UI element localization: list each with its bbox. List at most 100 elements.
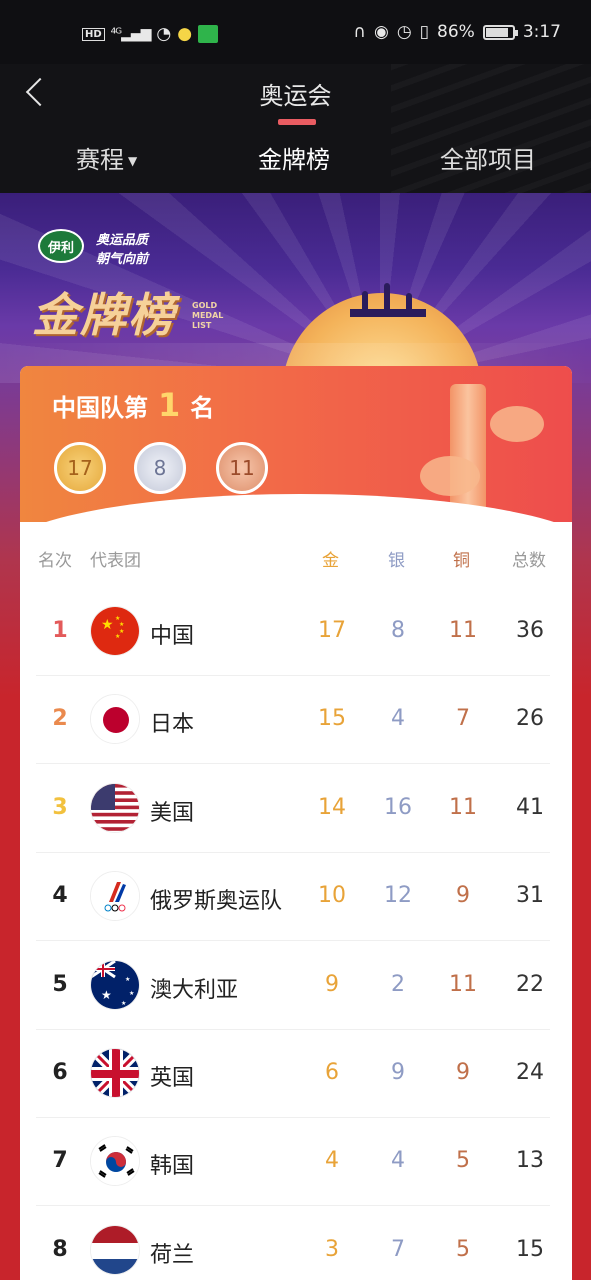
yili-logo: 伊利: [38, 229, 84, 263]
row-rank: 1: [52, 618, 68, 643]
row-team: 英国: [150, 1066, 195, 1091]
alarm-icon: ◷: [396, 22, 412, 42]
row-gold: 6: [325, 1060, 339, 1085]
china-rank: 中国队第 1 名: [52, 386, 214, 424]
tab-medal-table[interactable]: 金牌榜: [258, 140, 330, 175]
rank-number: 1: [158, 386, 181, 424]
athlete-figure: [384, 283, 390, 309]
banner-subtitle: GOLD MEDAL LIST: [192, 301, 223, 331]
cloud-decoration: [420, 456, 480, 496]
row-silver: 4: [391, 1148, 405, 1174]
battery-fill: [485, 27, 509, 37]
battery-icon: [482, 24, 518, 40]
header-gold: 金: [322, 551, 339, 571]
row-total: 41: [516, 794, 544, 820]
japan-flag-icon: [90, 694, 140, 745]
vibrate-icon: ▯: [419, 22, 430, 42]
banner-slogan: 奥运品质 朝气向前: [96, 231, 148, 269]
table-row[interactable]: 7 韩国 4 4 5 13: [36, 1118, 550, 1207]
table-row[interactable]: 3 美国 14 16 11 41: [36, 765, 550, 853]
row-total: 26: [516, 706, 544, 732]
row-rank: 6: [52, 1060, 68, 1085]
uk-flag-icon: [90, 1048, 140, 1098]
row-team: 俄罗斯奥运队: [150, 889, 283, 915]
row-gold: 4: [325, 1148, 339, 1174]
bulb-icon: ●: [177, 24, 193, 44]
signal-icon: ⁴ᴳ▂▄▆: [110, 26, 152, 42]
row-gold: 17: [318, 618, 346, 643]
status-left-icons: HD ⁴ᴳ▂▄▆ ◔ ●: [82, 24, 219, 44]
rank-prefix: 中国队第: [52, 394, 148, 422]
svg-text:★: ★: [115, 633, 120, 640]
row-bronze: 11: [449, 971, 477, 997]
header-team: 代表团: [90, 551, 141, 571]
svg-text:★: ★: [125, 976, 130, 983]
table-header: 名次 代表团 金 银 铜 总数: [20, 546, 572, 571]
svg-text:★: ★: [129, 990, 134, 997]
row-rank: 5: [52, 971, 68, 997]
row-rank: 8: [52, 1236, 68, 1262]
row-total: 36: [516, 618, 544, 643]
row-silver: 8: [391, 618, 405, 643]
tab-schedule[interactable]: 赛程 ▼: [76, 140, 137, 175]
row-team: 中国: [150, 624, 195, 649]
banner-title: 金牌榜: [32, 288, 176, 342]
app-icon: [198, 25, 219, 43]
row-bronze: 5: [456, 1148, 470, 1174]
header-rank: 名次: [38, 551, 72, 571]
athlete-figure: [406, 293, 412, 313]
row-total: 13: [516, 1148, 544, 1174]
row-rank: 2: [52, 706, 68, 732]
tab-schedule-label: 赛程: [76, 146, 124, 174]
row-rank: 3: [52, 794, 68, 820]
row-total: 15: [516, 1236, 544, 1262]
banner: 伊利 奥运品质 朝气向前 金牌榜 GOLD MEDAL LIST: [0, 193, 591, 383]
subtitle-line: MEDAL: [192, 311, 224, 320]
table-row[interactable]: 1 ★ ★ ★ ★ ★ 中国 17 8 11 36: [36, 588, 550, 676]
header-total: 总数: [512, 551, 546, 571]
silver-medal-icon: 8: [134, 442, 186, 494]
row-silver: 2: [391, 971, 405, 997]
row-total: 31: [516, 883, 544, 909]
table-row[interactable]: 4 俄罗斯奥运队 10 12 9 31: [36, 853, 550, 942]
tab-all-events[interactable]: 全部项目: [440, 140, 536, 175]
row-gold: 14: [318, 794, 346, 820]
netherlands-flag-icon: [90, 1224, 140, 1275]
svg-text:★: ★: [101, 617, 114, 633]
row-total: 22: [516, 971, 544, 997]
row-team: 荷兰: [150, 1242, 195, 1268]
table-row[interactable]: 2 日本 15 4 7 26: [36, 676, 550, 765]
slogan-line: 奥运品质: [96, 233, 149, 248]
row-bronze: 11: [449, 618, 477, 643]
row-silver: 4: [391, 706, 405, 732]
row-gold: 15: [318, 706, 346, 732]
caret-down-icon: ▼: [128, 154, 138, 168]
row-gold: 10: [318, 883, 346, 909]
table-row[interactable]: 8 荷兰 3 7 5 15: [36, 1207, 550, 1280]
tab-all-events-label: 全部项目: [440, 146, 536, 174]
row-bronze: 9: [456, 883, 470, 909]
athlete-figure: [362, 291, 368, 311]
row-silver: 16: [384, 794, 412, 820]
page-title: 奥运会: [259, 82, 332, 110]
table-row[interactable]: 6 英国 6 9 9 24: [36, 1030, 550, 1118]
korea-flag-icon: [90, 1136, 140, 1187]
row-bronze: 5: [456, 1236, 470, 1262]
row-bronze: 11: [449, 794, 477, 820]
row-silver: 7: [391, 1236, 405, 1262]
tab-bar: 赛程 ▼ 金牌榜 全部项目: [0, 140, 591, 190]
cloud-decoration: [490, 406, 544, 442]
status-bar: HD ⁴ᴳ▂▄▆ ◔ ● ∩ ◉ ◷ ▯ 86% 3:17: [0, 0, 591, 64]
row-silver: 12: [384, 883, 412, 909]
row-team: 韩国: [150, 1154, 195, 1180]
roc-flag-icon: [90, 871, 140, 922]
bronze-medal-icon: 11: [216, 442, 268, 494]
svg-text:★: ★: [121, 1000, 126, 1007]
medal-card: 中国队第 1 名 17 8 11 名次 代表团 金 银 铜 总数 1 ★ ★ ★ ★ ★ 中…: [20, 366, 572, 1280]
top-nav: 奥运会 赛程 ▼ 金牌榜 全部项目: [0, 64, 591, 193]
row-bronze: 9: [456, 1060, 470, 1085]
table-row[interactable]: 5 ★ ★ ★ ★ 澳大利亚 9 2 11 22: [36, 942, 550, 1030]
svg-text:★: ★: [101, 988, 112, 1002]
row-bronze: 7: [456, 706, 470, 732]
gold-medal-icon: 17: [54, 442, 106, 494]
